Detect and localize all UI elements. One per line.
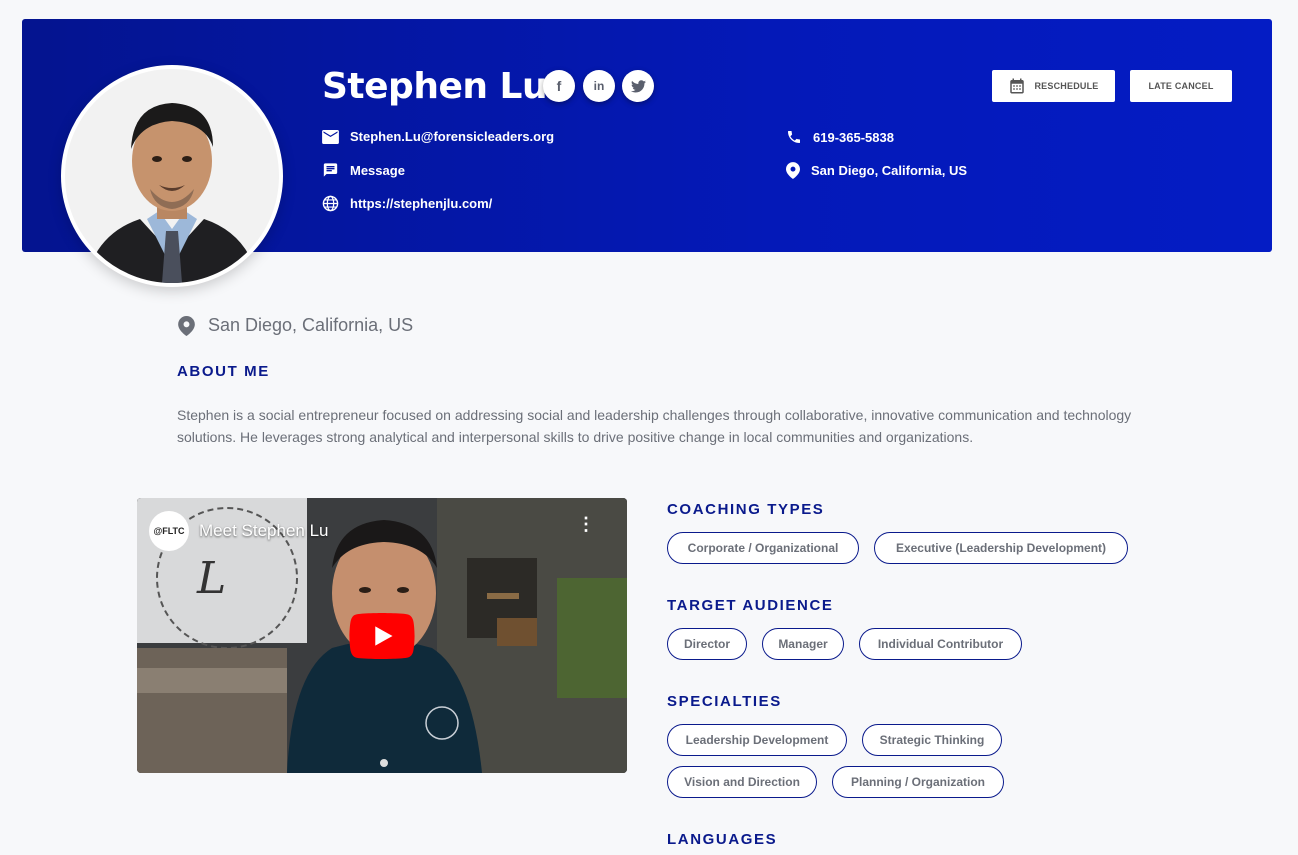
late-cancel-button[interactable]: LATE CANCEL xyxy=(1130,70,1232,102)
location-info: San Diego, California, US xyxy=(786,162,967,179)
target-audience-tag[interactable]: Individual Contributor xyxy=(859,628,1022,660)
profile-location: San Diego, California, US xyxy=(178,315,413,336)
specialty-tag[interactable]: Vision and Direction xyxy=(667,766,817,798)
phone-icon xyxy=(788,131,800,143)
facebook-icon[interactable]: f xyxy=(543,70,575,102)
video-player[interactable]: L @FLTC Meet Stephen Lu ⋮ xyxy=(137,498,627,773)
globe-icon xyxy=(322,195,339,212)
facebook-glyph: f xyxy=(556,78,562,94)
email-link[interactable]: Stephen.Lu@forensicleaders.org xyxy=(322,129,554,144)
phone-link[interactable]: 619-365-5838 xyxy=(786,129,894,145)
video-more-icon[interactable]: ⋮ xyxy=(577,515,595,533)
twitter-bird-glyph xyxy=(630,79,646,92)
linkedin-glyph: in xyxy=(593,79,605,93)
video-title[interactable]: Meet Stephen Lu xyxy=(199,521,328,541)
twitter-icon[interactable] xyxy=(622,70,654,102)
map-pin-icon xyxy=(786,162,800,179)
specialty-tag[interactable]: Strategic Thinking xyxy=(862,724,1002,756)
about-text: Stephen is a social entrepreneur focused… xyxy=(177,407,1132,445)
message-icon xyxy=(323,163,338,177)
specialties-heading: SPECIALTIES xyxy=(667,693,782,710)
late-cancel-label: LATE CANCEL xyxy=(1148,81,1214,91)
website-link[interactable]: https://stephenjlu.com/ xyxy=(322,195,492,212)
profile-name: Stephen Lu xyxy=(322,66,548,107)
coaching-types-heading: COACHING TYPES xyxy=(667,501,825,518)
about-heading: ABOUT ME xyxy=(177,363,270,380)
coaching-type-tag[interactable]: Executive (Leadership Development) xyxy=(874,532,1128,564)
profile-location-text: San Diego, California, US xyxy=(208,315,414,335)
target-audience-tag[interactable]: Director xyxy=(667,628,747,660)
website-text: https://stephenjlu.com/ xyxy=(350,196,493,211)
languages-heading: LANGUAGES xyxy=(667,831,778,848)
specialty-tag[interactable]: Leadership Development xyxy=(667,724,847,756)
reschedule-label: RESCHEDULE xyxy=(1034,81,1099,91)
youtube-play-icon[interactable] xyxy=(348,613,416,659)
svg-text:L: L xyxy=(196,553,226,604)
channel-logo[interactable]: @FLTC xyxy=(149,511,189,551)
message-text: Message xyxy=(350,162,405,178)
specialty-tag[interactable]: Planning / Organization xyxy=(832,766,1004,798)
calendar-icon xyxy=(1008,77,1026,95)
phone-text: 619-365-5838 xyxy=(813,129,894,145)
map-pin-icon xyxy=(178,315,195,336)
linkedin-icon[interactable]: in xyxy=(583,70,615,102)
message-link[interactable]: Message xyxy=(322,162,405,178)
reschedule-button[interactable]: RESCHEDULE xyxy=(992,70,1115,102)
coaching-type-tag[interactable]: Corporate / Organizational xyxy=(667,532,859,564)
target-audience-heading: TARGET AUDIENCE xyxy=(667,597,834,614)
avatar xyxy=(61,65,283,287)
target-audience-tag[interactable]: Manager xyxy=(762,628,844,660)
location-text: San Diego, California, US xyxy=(811,163,968,178)
email-icon xyxy=(322,129,339,144)
avatar-photo xyxy=(65,69,279,283)
email-text: Stephen.Lu@forensicleaders.org xyxy=(350,129,555,144)
